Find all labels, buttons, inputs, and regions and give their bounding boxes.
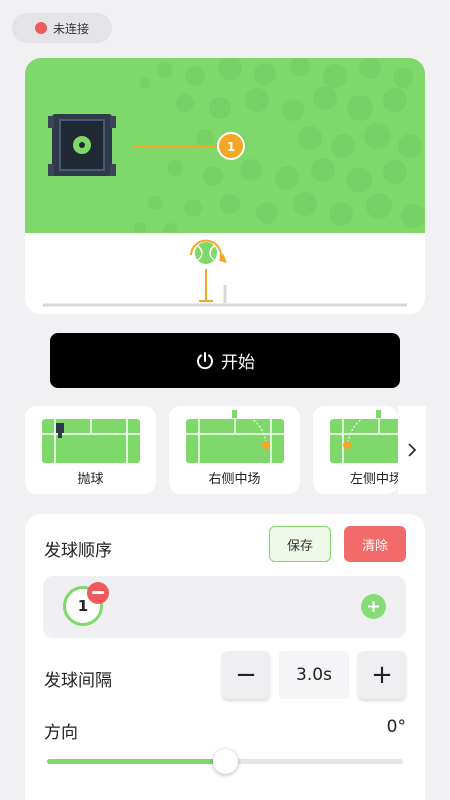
ball-marker-label: 1 bbox=[227, 140, 235, 154]
mode-card-toss[interactable]: 抛球 bbox=[25, 406, 156, 494]
power-icon bbox=[197, 351, 213, 369]
mode-label: 左侧中场 bbox=[350, 472, 398, 487]
start-button-label: 开始 bbox=[221, 353, 255, 373]
remove-icon[interactable] bbox=[87, 582, 109, 604]
settings-panel: 发球顺序 保存 清除 1 发球间隔 − 3.0s + 方向 0° bbox=[25, 514, 425, 800]
interval-value: 3.0s bbox=[279, 651, 349, 699]
save-button[interactable]: 保存 bbox=[269, 526, 331, 562]
court-surface: 1 bbox=[25, 58, 425, 233]
mode-card-left-mid[interactable]: 左侧中场 bbox=[313, 406, 398, 494]
direction-slider-fill bbox=[47, 759, 225, 764]
court-left-mid-icon bbox=[330, 410, 398, 463]
status-dot bbox=[35, 22, 47, 34]
tennis-ball-spin-icon bbox=[190, 239, 227, 264]
interval-title: 发球间隔 bbox=[44, 671, 112, 691]
ball-machine-icon bbox=[48, 114, 116, 176]
modes-next-button[interactable] bbox=[398, 406, 426, 494]
mode-label: 右侧中场 bbox=[208, 472, 261, 487]
chevron-right-icon bbox=[408, 443, 417, 457]
add-icon[interactable] bbox=[361, 594, 386, 619]
start-button[interactable]: 开始 bbox=[50, 333, 400, 388]
sequence-list: 1 bbox=[43, 576, 406, 638]
direction-slider-thumb[interactable] bbox=[212, 749, 238, 774]
court-texture: 1 bbox=[48, 58, 425, 233]
connection-status-label: 未连接 bbox=[53, 21, 90, 36]
mode-card-right-mid[interactable]: 右侧中场 bbox=[169, 406, 300, 494]
direction-title: 方向 bbox=[44, 723, 78, 743]
court-right-mid-icon bbox=[186, 410, 284, 463]
direction-value: 0° bbox=[386, 717, 406, 737]
clear-button[interactable]: 清除 bbox=[344, 526, 406, 562]
connection-status[interactable]: 未连接 bbox=[12, 13, 112, 43]
court-toss-icon bbox=[42, 419, 140, 463]
court-preview: 1 bbox=[25, 58, 425, 314]
mode-label: 抛球 bbox=[77, 472, 104, 487]
interval-increase-button[interactable]: + bbox=[358, 651, 406, 699]
court-side-view bbox=[43, 239, 407, 307]
interval-decrease-button[interactable]: − bbox=[222, 651, 270, 699]
sequence-title: 发球顺序 bbox=[44, 541, 112, 561]
